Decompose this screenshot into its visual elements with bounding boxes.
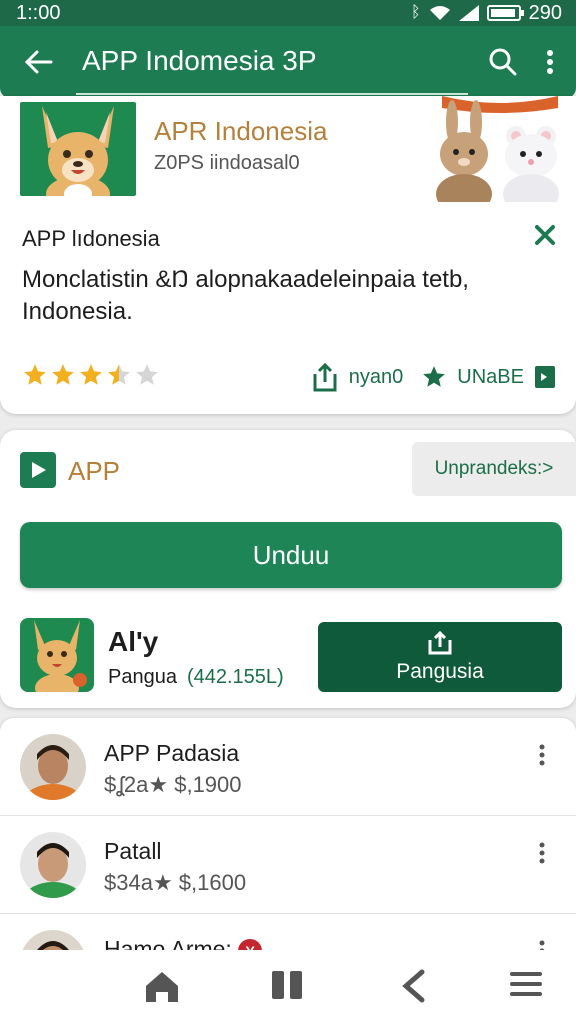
app-bar: APP Indomesia 3P — [0, 26, 576, 98]
details-title: APP lıdonesia — [22, 226, 160, 251]
install-card: APP Unprandeks:> Unduu Al'y Pangua (442.… — [0, 430, 576, 708]
details-description: Monclatistin &Ŋ alopnakaadeleinpaia tetb… — [22, 266, 469, 325]
app-name: APR Indonesia — [154, 116, 328, 146]
play-badge-icon[interactable] — [534, 365, 556, 389]
star-icon — [52, 364, 74, 385]
menu-icon[interactable] — [508, 968, 544, 1000]
star-icon — [108, 364, 130, 385]
share-button-label: Pangusia — [396, 660, 484, 683]
status-bar: 1::00 ᛒ 290 — [0, 0, 576, 26]
more-vert-icon[interactable] — [538, 744, 546, 766]
sub-app-count: (442.155L) — [186, 666, 284, 688]
list-item-name: APP Padasia — [104, 740, 240, 766]
details-actions: nyan0 UNaBE — [311, 362, 556, 392]
list-item[interactable]: APP Padasia $ʆ2a★ $,1900 — [0, 718, 576, 816]
wishlist-star-icon[interactable] — [421, 364, 447, 390]
avatar — [20, 832, 86, 898]
status-icons: ᛒ 290 — [411, 2, 562, 25]
battery-icon — [486, 5, 524, 21]
list-item-price: $34a★ $,1600 — [104, 870, 247, 895]
app-label: APP — [68, 456, 121, 486]
close-icon[interactable] — [534, 224, 556, 246]
app-developer: Z0PS iindoasal0 — [154, 152, 300, 174]
install-button[interactable]: Unduu — [20, 522, 562, 588]
home-icon[interactable] — [142, 968, 182, 1004]
star-icon — [24, 364, 46, 385]
signal-icon — [458, 5, 479, 21]
avatar — [20, 734, 86, 800]
star-rating — [22, 362, 160, 388]
wishlist-label[interactable]: UNaBE — [457, 366, 524, 389]
sub-app-category: Pangua — [108, 666, 177, 688]
battery-level: 290 — [528, 1, 562, 24]
more-vert-icon[interactable] — [538, 842, 546, 864]
app-list: APP Padasia $ʆ2a★ $,1900 Patall $34a★ $,… — [0, 718, 576, 958]
star-icon — [80, 364, 102, 385]
list-item[interactable]: Patall $34a★ $,1600 — [0, 816, 576, 914]
bluetooth-icon: ᛒ — [411, 4, 421, 21]
share-icon — [428, 630, 452, 655]
back-arrow-icon — [24, 50, 53, 74]
share-label[interactable]: nyan0 — [349, 366, 404, 389]
mascot-illustration — [436, 96, 559, 202]
share-icon[interactable] — [311, 362, 339, 392]
status-time: 1::00 — [16, 1, 61, 24]
kangaroo-mascot-icon — [42, 106, 114, 212]
star-icon — [136, 364, 158, 385]
play-icon — [20, 452, 56, 488]
search-field[interactable]: APP Indomesia 3P — [76, 29, 468, 95]
sub-app-name: Al'y — [108, 626, 159, 657]
wifi-icon — [429, 6, 450, 20]
bottom-nav — [0, 950, 576, 1024]
list-item-name: Patall — [104, 838, 162, 864]
app-logo — [20, 102, 136, 212]
sub-app-icon — [20, 618, 94, 692]
share-button[interactable]: Pangusia — [318, 622, 562, 692]
more-link[interactable]: Unprandeks:> — [412, 442, 576, 496]
app-bar-title: APP Indomesia 3P — [82, 45, 317, 76]
back-nav-icon[interactable] — [398, 968, 428, 1004]
recents-icon[interactable] — [270, 968, 304, 1002]
sub-app-meta: Pangua (442.155L) — [108, 666, 284, 689]
search-icon[interactable] — [488, 47, 518, 77]
list-item-price: $ʆ2a★ $,1900 — [104, 772, 242, 797]
more-vert-icon[interactable] — [546, 49, 554, 75]
app-details-card: APR Indonesia Z0PS iindoasal0 APP lıdone… — [0, 96, 576, 414]
back-button[interactable] — [0, 49, 76, 75]
